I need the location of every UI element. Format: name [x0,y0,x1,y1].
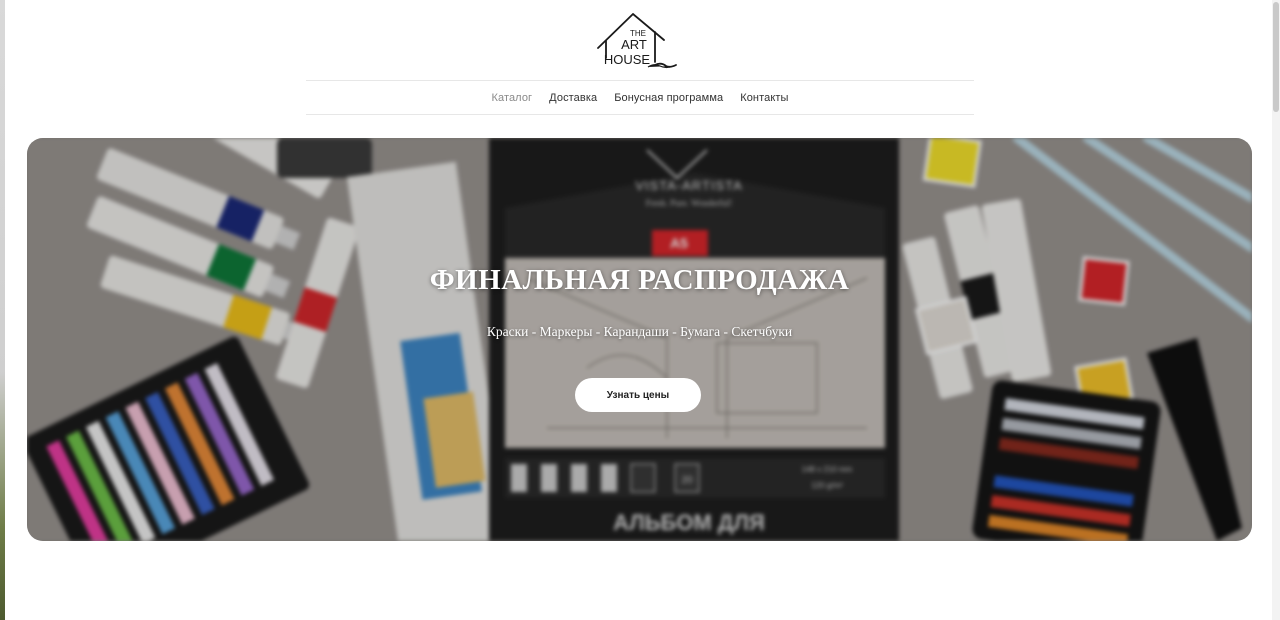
logo-word-art: ART [621,37,647,52]
nav-divider-bottom [306,114,974,115]
nav-item-delivery[interactable]: Доставка [549,92,597,104]
main-nav: Каталог Доставка Бонусная программа Конт… [306,81,974,115]
hero-subtitle: Краски - Маркеры - Карандаши - Бумага - … [486,324,793,339]
hero-title: ФИНАЛЬНАЯ РАСПРОДАЖА [429,264,850,296]
logo-word-house: HOUSE [604,52,651,67]
check-prices-button[interactable]: Узнать цены [575,378,701,412]
nav-item-contacts[interactable]: Контакты [740,92,788,104]
nav-item-catalog[interactable]: Каталог [491,92,532,104]
scrollbar-thumb[interactable] [1273,2,1279,112]
window-edge [0,0,5,620]
page-scrollbar[interactable] [1272,0,1280,620]
nav-item-bonus-program[interactable]: Бонусная программа [614,92,723,104]
art-house-logo[interactable]: THE ART HOUSE [596,10,680,72]
hero-banner: A5 VISTA-ARTISTA Fresh. Pure. Wonderful!… [27,138,1252,541]
